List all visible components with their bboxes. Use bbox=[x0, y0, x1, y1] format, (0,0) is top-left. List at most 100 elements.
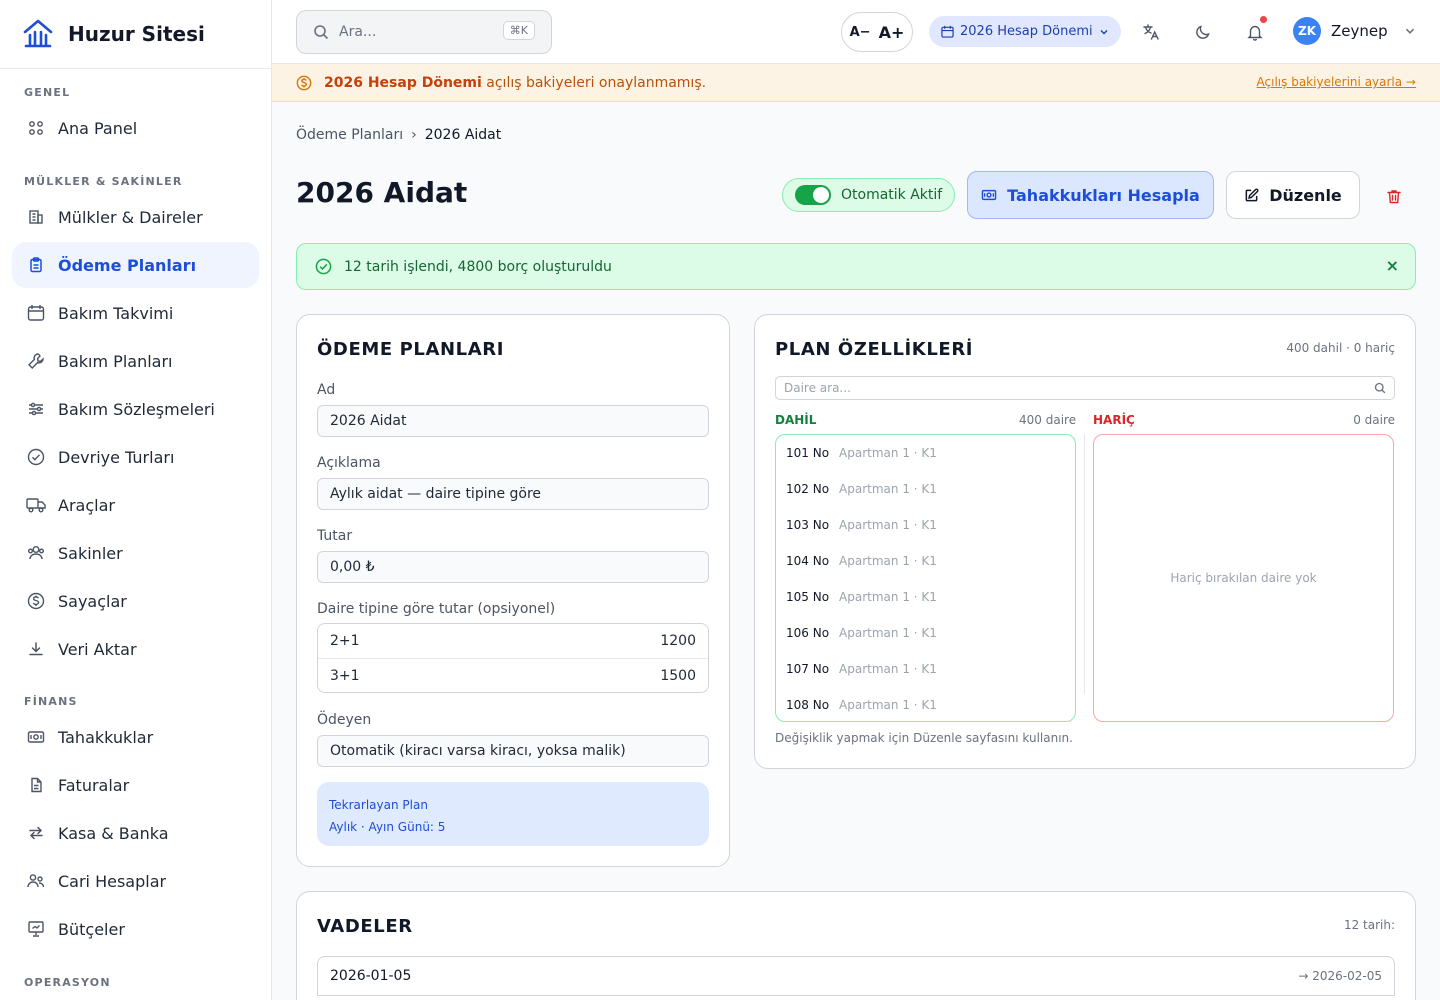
apartment-location: Apartman 1 · K1 bbox=[839, 554, 937, 568]
building-logo-icon bbox=[22, 18, 54, 50]
bell-icon bbox=[1246, 23, 1264, 41]
calculate-accruals-button[interactable]: Tahakkukları Hesapla bbox=[967, 171, 1214, 219]
amount-field[interactable]: 0,00 ₺ bbox=[317, 551, 709, 583]
theme-toggle-button[interactable] bbox=[1191, 20, 1215, 44]
sidebar-item-accruals[interactable]: Tahakkuklar bbox=[12, 714, 259, 760]
chevron-down-icon bbox=[1404, 25, 1416, 37]
sidebar-item-dashboard[interactable]: Ana Panel bbox=[12, 105, 259, 151]
brand[interactable]: Huzur Sitesi bbox=[0, 0, 271, 69]
notifications-button[interactable] bbox=[1243, 16, 1267, 44]
check-circle-icon bbox=[26, 447, 46, 467]
list-item[interactable]: 102 No Apartman 1 · K1 bbox=[776, 471, 1075, 507]
name-field[interactable]: 2026 Aidat bbox=[317, 405, 709, 437]
search-icon bbox=[313, 24, 329, 40]
apartment-location: Apartman 1 · K1 bbox=[839, 662, 937, 676]
search-placeholder: Ara... bbox=[339, 24, 377, 40]
due-dates-card: VADELER 12 tarih: 2026-01-05 → 2026-02-0… bbox=[296, 891, 1416, 1000]
sidebar-item-meters[interactable]: Sayaçlar bbox=[12, 578, 259, 624]
table-row[interactable]: 2026-01-05 → 2026-02-05 bbox=[317, 956, 1395, 996]
sidebar-item-label: Cari Hesaplar bbox=[58, 871, 167, 891]
topbar: Ara... ⌘K A− A+ 2026 Hesap Dönemi ZK Zey… bbox=[272, 0, 1440, 64]
sidebar-item-maintenance-calendar[interactable]: Bakım Takvimi bbox=[12, 290, 259, 336]
list-item[interactable]: 108 No Apartman 1 · K1 bbox=[776, 687, 1075, 721]
search-placeholder: Daire ara... bbox=[784, 381, 851, 395]
sidebar-item-maintenance-plans[interactable]: Bakım Planları bbox=[12, 338, 259, 384]
auto-active-toggle[interactable]: Otomatik Aktif bbox=[782, 178, 955, 212]
card-title: VADELER bbox=[317, 916, 413, 937]
search-input[interactable]: Ara... ⌘K bbox=[296, 10, 552, 54]
users-icon bbox=[26, 871, 46, 891]
close-alert-button[interactable]: × bbox=[1386, 256, 1399, 275]
sidebar-item-patrol-tours[interactable]: Devriye Turları bbox=[12, 434, 259, 480]
sidebar-item-payment-plans[interactable]: Ödeme Planları bbox=[12, 242, 259, 288]
font-increase-button[interactable]: A+ bbox=[879, 23, 905, 42]
plan-features-card: PLAN ÖZELLİKLERİ 400 dahil · 0 hariç Dai… bbox=[754, 314, 1416, 769]
apartment-location: Apartman 1 · K1 bbox=[839, 446, 937, 460]
sidebar-item-invoices[interactable]: Faturalar bbox=[12, 762, 259, 808]
list-item[interactable]: 101 No Apartman 1 · K1 bbox=[776, 435, 1075, 471]
breadcrumb-separator: › bbox=[411, 127, 417, 143]
user-name: Zeynep bbox=[1331, 22, 1388, 40]
apartment-no: 103 No bbox=[786, 518, 830, 532]
list-item[interactable]: 106 No Apartman 1 · K1 bbox=[776, 615, 1075, 651]
table-row[interactable]: 3+1 1500 bbox=[318, 658, 708, 692]
type-cell: 2+1 bbox=[330, 633, 360, 649]
list-item[interactable]: 103 No Apartman 1 · K1 bbox=[776, 507, 1075, 543]
excluded-count: 0 daire bbox=[1353, 413, 1395, 427]
sidebar-item-data-import[interactable]: Veri Aktar bbox=[12, 626, 259, 672]
toggle-switch[interactable] bbox=[795, 185, 831, 205]
edit-hint: Değişiklik yapmak için Düzenle sayfasını… bbox=[775, 731, 1073, 745]
sidebar-item-label: Veri Aktar bbox=[58, 639, 137, 659]
amount-label: Tutar bbox=[317, 528, 353, 544]
translate-icon bbox=[1142, 23, 1160, 41]
nav-section-general: GENEL bbox=[24, 86, 71, 99]
included-count: 400 daire bbox=[1019, 413, 1077, 427]
font-size-control: A− A+ bbox=[841, 12, 913, 52]
language-button[interactable] bbox=[1139, 20, 1163, 44]
payer-label: Ödeyen bbox=[317, 712, 372, 728]
sidebar-item-maintenance-contracts[interactable]: Bakım Sözleşmeleri bbox=[12, 386, 259, 432]
description-field[interactable]: Aylık aidat — daire tipine göre bbox=[317, 478, 709, 510]
sidebar-item-label: Mülkler & Daireler bbox=[58, 207, 203, 227]
apartment-no: 105 No bbox=[786, 590, 830, 604]
list-item[interactable]: 107 No Apartman 1 · K1 bbox=[776, 651, 1075, 687]
dollar-circle-icon bbox=[296, 75, 312, 91]
type-cell: 3+1 bbox=[330, 667, 360, 684]
apartment-search-input[interactable]: Daire ara... bbox=[775, 376, 1395, 400]
font-decrease-button[interactable]: A− bbox=[850, 25, 871, 40]
truck-icon bbox=[26, 495, 46, 515]
apartment-location: Apartman 1 · K1 bbox=[839, 518, 937, 532]
sidebar-item-cash-bank[interactable]: Kasa & Banka bbox=[12, 810, 259, 856]
avatar: ZK bbox=[1293, 17, 1321, 45]
sidebar: Huzur Sitesi GENEL MÜLKLER & SAKİNLER Fİ… bbox=[0, 0, 272, 1000]
table-row[interactable]: 2+1 1200 bbox=[318, 624, 708, 658]
grid-icon bbox=[26, 118, 46, 138]
dollar-circle-icon bbox=[26, 591, 46, 611]
list-item[interactable]: 105 No Apartman 1 · K1 bbox=[776, 579, 1075, 615]
nav-section-properties: MÜLKLER & SAKİNLER bbox=[24, 175, 183, 188]
list-item[interactable]: 104 No Apartman 1 · K1 bbox=[776, 543, 1075, 579]
payer-field[interactable]: Otomatik (kiracı varsa kiracı, yoksa mal… bbox=[317, 735, 709, 767]
sidebar-item-properties[interactable]: Mülkler & Daireler bbox=[12, 194, 259, 240]
sidebar-item-vehicles[interactable]: Araçlar bbox=[12, 482, 259, 528]
breadcrumb: Ödeme Planları › 2026 Aidat bbox=[296, 127, 501, 143]
sidebar-item-label: Faturalar bbox=[58, 775, 130, 795]
sidebar-item-budgets[interactable]: Bütçeler bbox=[12, 906, 259, 952]
banknote-icon bbox=[26, 727, 46, 747]
breadcrumb-parent[interactable]: Ödeme Planları bbox=[296, 127, 403, 143]
calendar-icon bbox=[941, 25, 954, 38]
delete-button[interactable] bbox=[1382, 184, 1406, 208]
set-opening-balances-link[interactable]: Açılış bakiyelerini ayarla → bbox=[1257, 75, 1416, 89]
edit-label: Düzenle bbox=[1269, 185, 1342, 205]
sidebar-item-residents[interactable]: Sakinler bbox=[12, 530, 259, 576]
sidebar-item-label: Bakım Planları bbox=[58, 351, 173, 371]
sliders-icon bbox=[26, 399, 46, 419]
user-menu[interactable]: ZK Zeynep bbox=[1293, 17, 1416, 45]
period-label: 2026 Hesap Dönemi bbox=[960, 24, 1093, 39]
edit-button[interactable]: Düzenle bbox=[1226, 171, 1360, 219]
sidebar-item-label: Ödeme Planları bbox=[58, 255, 197, 275]
search-icon bbox=[1374, 382, 1386, 394]
apartment-no: 102 No bbox=[786, 482, 830, 496]
sidebar-item-current-accounts[interactable]: Cari Hesaplar bbox=[12, 858, 259, 904]
period-selector[interactable]: 2026 Hesap Dönemi bbox=[929, 16, 1121, 47]
